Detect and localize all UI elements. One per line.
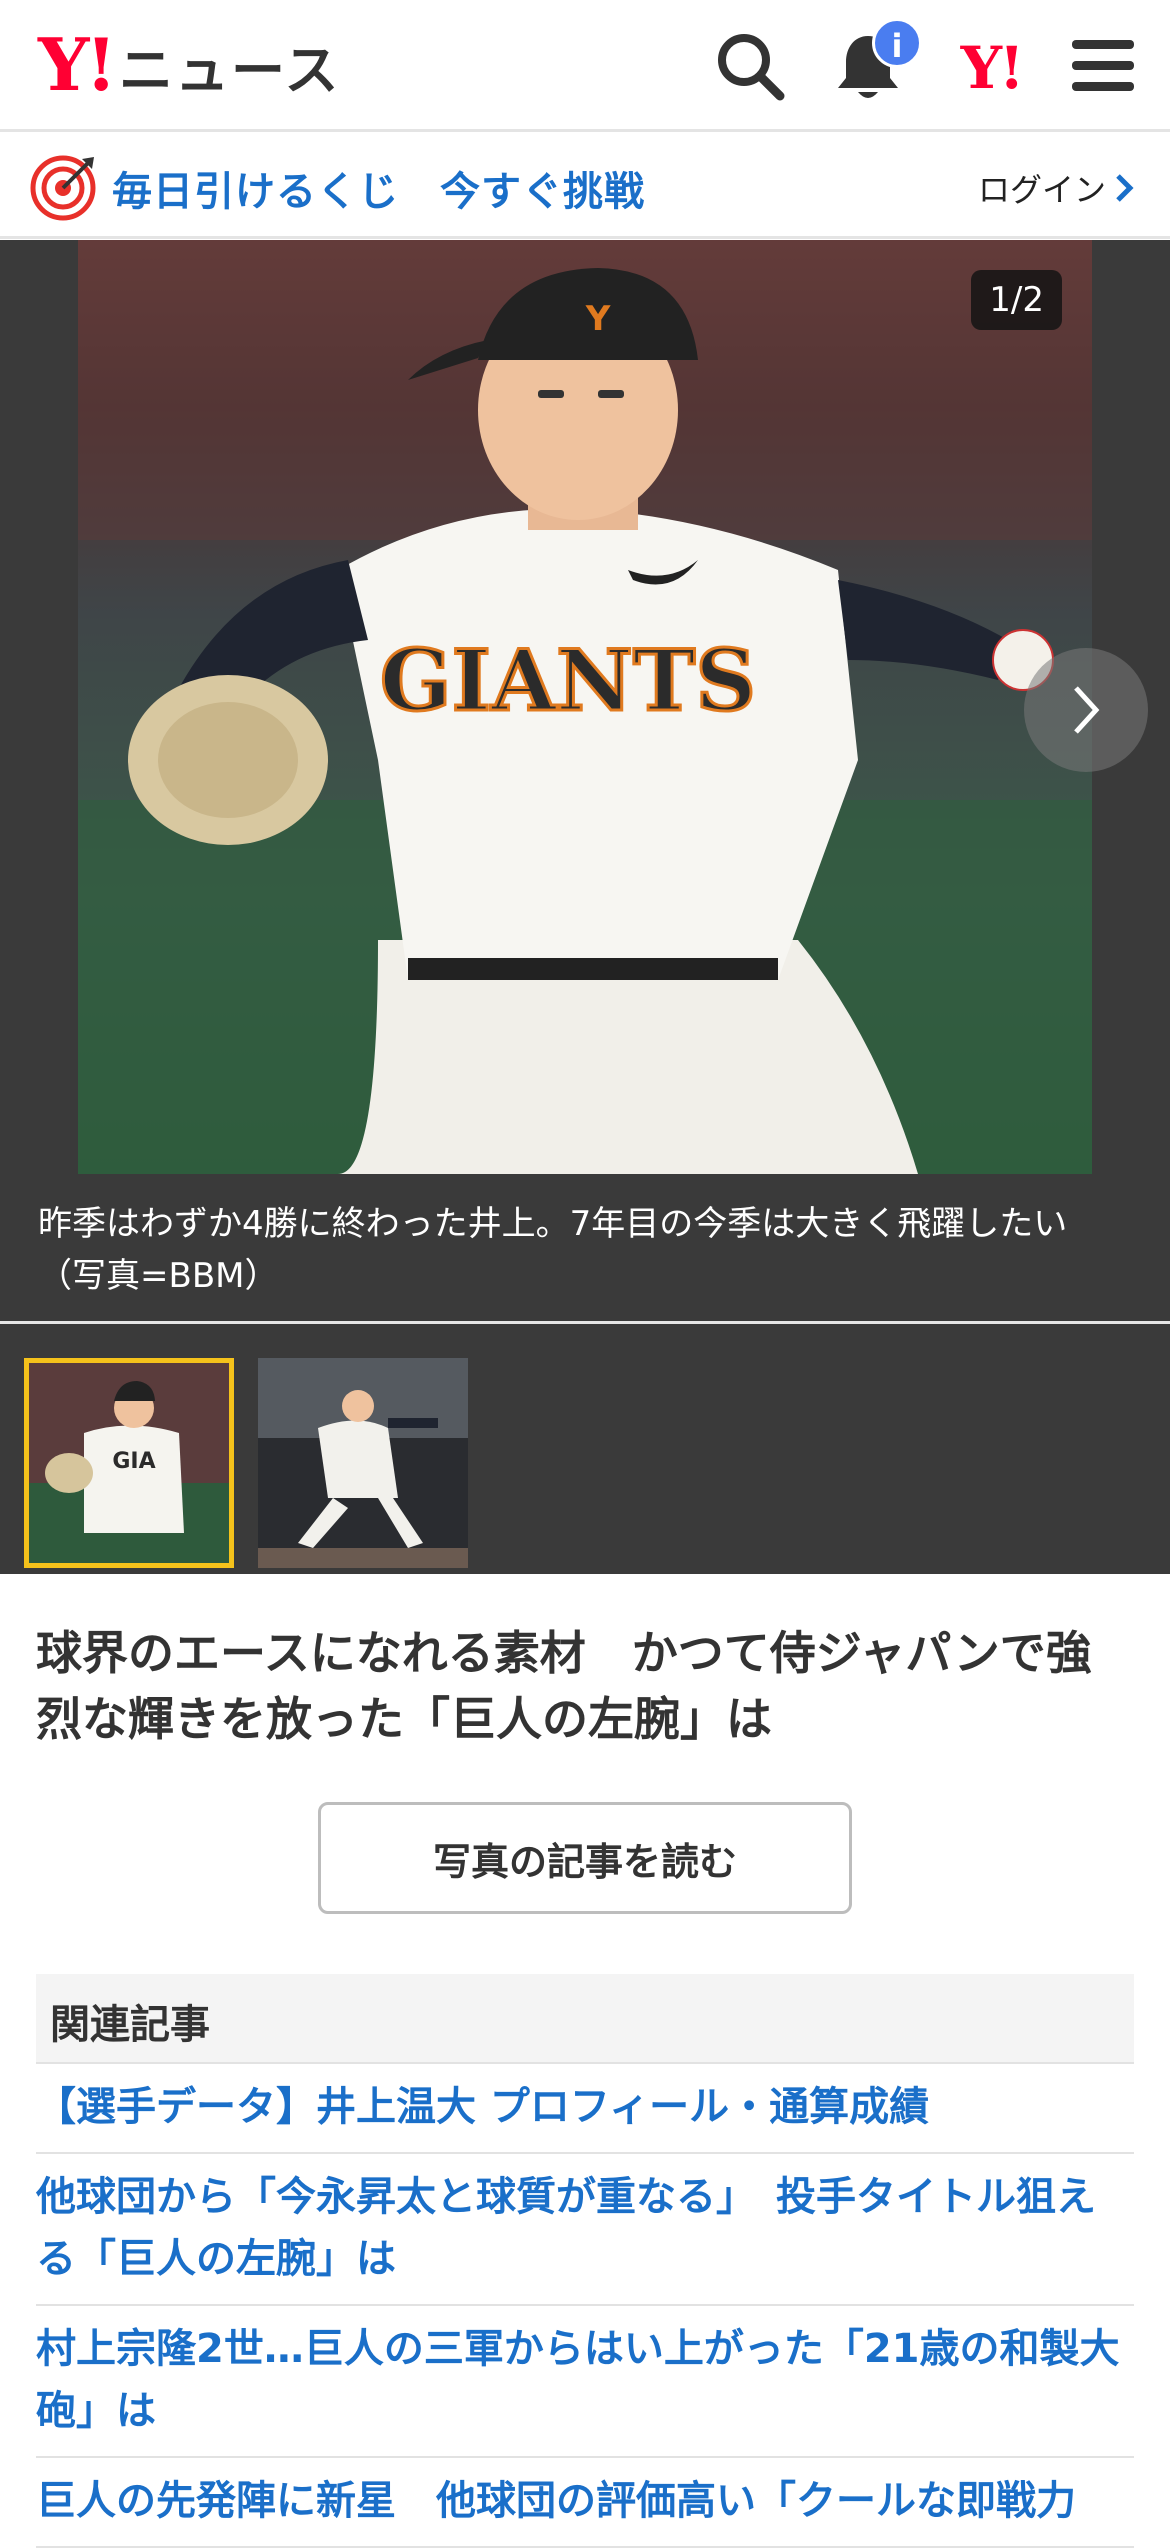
top-header: Y! ニュース i Y! bbox=[0, 0, 1170, 132]
photo-counter: 1/2 bbox=[971, 270, 1062, 330]
photo-caption: 昨季はわずか4勝に終わった井上。7年目の今季は大きく飛躍したい（写真=BBM） bbox=[0, 1174, 1170, 1324]
chevron-right-icon bbox=[1116, 174, 1134, 202]
login-link[interactable]: ログイン bbox=[978, 165, 1136, 211]
related-article-link[interactable]: 巨人の先発陣に新星 他球団の評価高い「クールな即戦力 bbox=[36, 2458, 1134, 2548]
target-icon bbox=[30, 155, 96, 221]
read-article-button[interactable]: 写真の記事を読む bbox=[318, 1802, 852, 1914]
thumbnail-2[interactable] bbox=[258, 1358, 468, 1568]
lottery-promo-bar: 毎日引けるくじ 今すぐ挑戦 ログイン bbox=[0, 135, 1170, 239]
svg-text:GIA: GIA bbox=[112, 1449, 155, 1474]
thumbnail-2-image bbox=[258, 1358, 468, 1568]
login-label: ログイン bbox=[977, 171, 1106, 209]
related-article-link[interactable]: 【選手データ】井上温大 プロフィール・通算成績 bbox=[36, 2064, 1134, 2154]
related-article-link[interactable]: 他球団から「今永昇太と球質が重なる」 投手タイトル狙える「巨人の左腕」は bbox=[36, 2154, 1134, 2306]
pitcher-illustration: GIANTS Y bbox=[78, 240, 1092, 1174]
yahoo-news-logo[interactable]: Y! ニュース bbox=[38, 22, 340, 107]
related-articles-list: 【選手データ】井上温大 プロフィール・通算成績 他球団から「今永昇太と球質が重な… bbox=[36, 2064, 1134, 2548]
logo-mark: Y! bbox=[38, 22, 117, 107]
lottery-promo-link[interactable]: 毎日引けるくじ 今すぐ挑戦 bbox=[112, 159, 645, 217]
chevron-right-icon bbox=[1074, 686, 1100, 734]
next-photo-button[interactable] bbox=[1024, 648, 1148, 772]
hamburger-menu-icon[interactable] bbox=[1066, 28, 1142, 104]
thumbnail-strip: GIA bbox=[0, 1328, 1170, 1574]
main-photo[interactable]: GIANTS Y 1/2 bbox=[78, 240, 1092, 1174]
jersey-text: GIANTS bbox=[380, 631, 756, 730]
article-headline: 球界のエースになれる素材 かつて侍ジャパンで強烈な輝きを放った「巨人の左腕」は bbox=[36, 1626, 1092, 1746]
related-article-link[interactable]: 村上宗隆2世…巨人の三軍からはい上がった「21歳の和製大砲」は bbox=[36, 2306, 1134, 2458]
logo-text: ニュース bbox=[119, 38, 341, 102]
search-icon[interactable] bbox=[712, 28, 788, 104]
notification-badge[interactable]: i bbox=[872, 18, 922, 68]
yahoo-home-icon[interactable]: Y! bbox=[950, 36, 1032, 100]
thumbnail-1-image: GIA bbox=[29, 1363, 229, 1563]
photo-gallery: GIANTS Y 1/2 昨季はわずか4勝に終わった井上。7年目の今季は大きく飛… bbox=[0, 240, 1170, 1574]
thumbnail-1[interactable]: GIA bbox=[24, 1358, 234, 1568]
svg-text:Y: Y bbox=[585, 299, 611, 339]
related-articles-heading: 関連記事 bbox=[36, 1974, 1134, 2064]
